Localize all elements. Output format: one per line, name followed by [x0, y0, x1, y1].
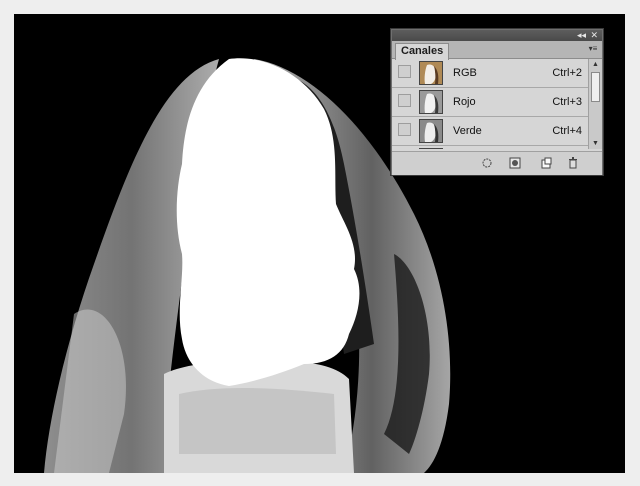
scroll-down-icon[interactable]: ▼ [589, 138, 602, 149]
panel-tab-row: Canales ▾≡ [392, 41, 602, 60]
channels-panel: ◂◂ ✕ Canales ▾≡ RGB Ctrl+2 Rojo Ctrl+3 V… [391, 29, 603, 175]
panel-titlebar[interactable]: ◂◂ ✕ [392, 30, 602, 41]
channel-shortcut: Ctrl+4 [552, 125, 582, 137]
load-selection-icon[interactable] [481, 157, 493, 169]
channel-row-rgb[interactable]: RGB Ctrl+2 [392, 59, 588, 88]
channel-thumbnail [419, 148, 443, 149]
delete-channel-icon[interactable] [567, 157, 579, 169]
channel-shortcut: Ctrl+3 [552, 96, 582, 108]
close-icon[interactable]: ✕ [590, 30, 598, 41]
channel-thumbnail [419, 61, 443, 85]
channel-name: RGB [453, 67, 477, 79]
scroll-up-icon[interactable]: ▲ [589, 59, 602, 70]
panel-menu-icon[interactable]: ▾≡ [587, 44, 599, 54]
channel-row-rojo[interactable]: Rojo Ctrl+3 [392, 88, 588, 117]
visibility-toggle[interactable] [398, 94, 411, 107]
scrollbar-thumb[interactable] [591, 72, 600, 102]
visibility-toggle[interactable] [398, 65, 411, 78]
channel-thumbnail [419, 119, 443, 143]
collapse-icon[interactable]: ◂◂ [577, 30, 586, 41]
channel-row-partial[interactable] [392, 146, 588, 149]
channel-row-verde[interactable]: Verde Ctrl+4 [392, 117, 588, 146]
tab-canales[interactable]: Canales [395, 43, 450, 60]
new-channel-icon[interactable] [540, 157, 552, 169]
channel-thumbnail [419, 90, 443, 114]
channel-name: Rojo [453, 96, 476, 108]
channel-name: Verde [453, 125, 482, 137]
save-selection-icon[interactable] [509, 157, 521, 169]
panel-bottom-toolbar [392, 151, 602, 175]
channel-list-scrollbar[interactable]: ▲ ▼ [588, 59, 602, 149]
channel-list: RGB Ctrl+2 Rojo Ctrl+3 Verde Ctrl+4 [392, 59, 588, 149]
visibility-toggle[interactable] [398, 123, 411, 136]
channel-shortcut: Ctrl+2 [552, 67, 582, 79]
